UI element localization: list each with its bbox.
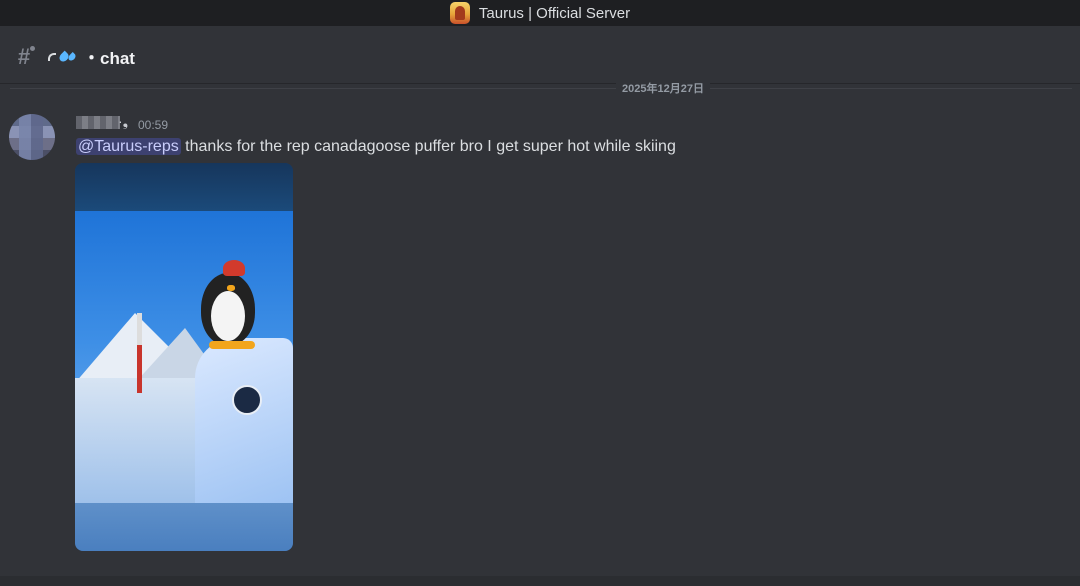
hash-icon[interactable]: # bbox=[12, 44, 36, 69]
username-decoration-icon: ·❟ bbox=[118, 113, 129, 129]
server-avatar-icon bbox=[449, 2, 470, 24]
date-divider-label: 2025年12月27日 bbox=[616, 81, 710, 97]
date-divider-line bbox=[10, 88, 1072, 89]
message-timestamp[interactable]: 00:59 bbox=[138, 118, 168, 132]
avatar[interactable] bbox=[9, 114, 55, 160]
droplets-icon bbox=[48, 50, 77, 63]
user-mention[interactable]: @Taurus-reps bbox=[76, 138, 181, 155]
message-content: @Taurus-reps thanks for the rep canadago… bbox=[76, 138, 676, 156]
message-text: thanks for the rep canadagoose puffer br… bbox=[185, 138, 676, 155]
image-attachment[interactable] bbox=[75, 163, 293, 551]
photo-bottom-band bbox=[75, 503, 293, 551]
penguin-belly bbox=[211, 291, 245, 341]
penguin-beak bbox=[227, 285, 235, 291]
jacket-badge bbox=[232, 385, 262, 415]
window-title: Taurus | Official Server bbox=[478, 4, 631, 22]
username-blurred[interactable] bbox=[76, 116, 120, 129]
photo-top-band bbox=[75, 163, 293, 211]
penguin-hat bbox=[223, 260, 245, 276]
ski-pole bbox=[137, 313, 142, 393]
channel-header: # ・chat bbox=[0, 30, 1080, 84]
channel-name: ・chat bbox=[83, 49, 135, 68]
penguin-feet bbox=[209, 341, 255, 349]
composer-strip bbox=[0, 576, 1080, 586]
puffer-jacket bbox=[195, 338, 293, 503]
window-titlebar: Taurus | Official Server bbox=[0, 0, 1080, 26]
